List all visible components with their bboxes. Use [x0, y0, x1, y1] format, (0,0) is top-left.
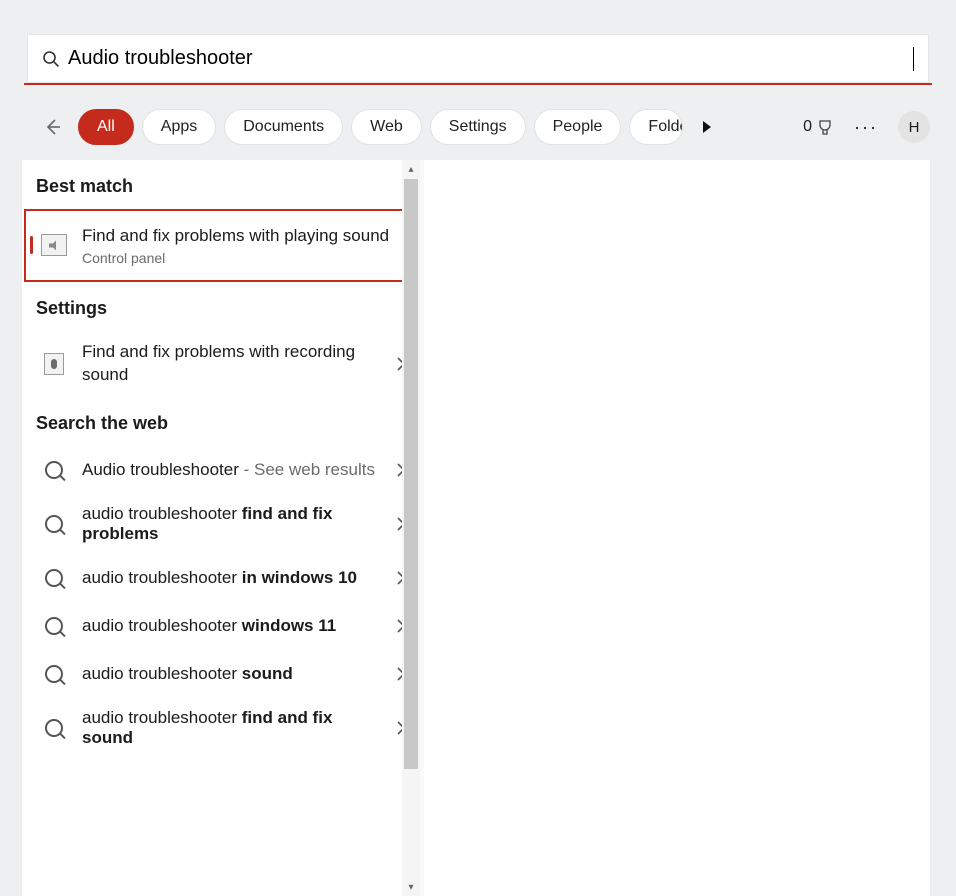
best-match-title: Find and fix problems with playing sound	[82, 225, 402, 248]
search-icon	[40, 564, 68, 592]
scroll-up-icon[interactable]: ▴	[402, 160, 420, 178]
tab-folders[interactable]: Folders	[629, 109, 683, 145]
search-icon	[40, 714, 68, 742]
section-search-web: Search the web	[22, 397, 420, 446]
web-result-prefix: audio troubleshooter	[82, 708, 242, 727]
rewards-icon	[816, 118, 834, 136]
back-button[interactable]	[36, 110, 70, 144]
section-best-match: Best match	[22, 160, 420, 209]
tab-documents[interactable]: Documents	[224, 109, 343, 145]
search-bar[interactable]	[27, 34, 929, 83]
web-result-prefix: audio troubleshooter	[82, 664, 242, 683]
web-result[interactable]: audio troubleshooter find and fix proble…	[22, 494, 420, 554]
best-match-result[interactable]: Find and fix problems with playing sound…	[24, 209, 418, 282]
tab-people[interactable]: People	[534, 109, 622, 145]
web-result-prefix: audio troubleshooter	[82, 616, 242, 635]
web-result[interactable]: audio troubleshooter in windows 10	[22, 554, 420, 602]
more-options-icon: ···	[854, 117, 878, 138]
tab-settings[interactable]: Settings	[430, 109, 526, 145]
web-result[interactable]: Audio troubleshooter - See web results	[22, 446, 420, 494]
speaker-troubleshoot-icon	[40, 231, 68, 259]
tabs-more-button[interactable]	[691, 109, 723, 145]
best-match-subtitle: Control panel	[82, 250, 402, 266]
more-options-button[interactable]: ···	[850, 111, 882, 143]
scroll-down-icon[interactable]: ▾	[402, 878, 420, 896]
search-icon	[40, 612, 68, 640]
settings-result[interactable]: Find and fix problems with recording sou…	[22, 331, 420, 397]
results-container: Best match Find and fix problems with pl…	[22, 160, 930, 896]
web-result[interactable]: audio troubleshooter windows 11	[22, 602, 420, 650]
points-count: 0	[803, 118, 812, 136]
web-result-grey: - See web results	[239, 460, 375, 479]
results-left-pane: Best match Find and fix problems with pl…	[22, 160, 420, 896]
web-result-bold: windows 11	[242, 616, 336, 635]
search-input[interactable]	[68, 47, 913, 70]
text-cursor	[913, 47, 914, 71]
search-icon	[40, 510, 68, 538]
rewards-points[interactable]: 0	[803, 118, 834, 136]
tab-all[interactable]: All	[78, 109, 134, 145]
microphone-troubleshoot-icon	[40, 350, 68, 378]
scroll-thumb[interactable]	[404, 179, 418, 769]
search-icon	[40, 660, 68, 688]
search-icon	[40, 456, 68, 484]
web-result-prefix: audio troubleshooter	[82, 504, 242, 523]
web-result-bold: in windows 10	[242, 568, 357, 587]
scrollbar[interactable]: ▴ ▾	[402, 160, 420, 896]
web-result-bold: sound	[242, 664, 293, 683]
settings-result-title: Find and fix problems with recording sou…	[82, 341, 382, 387]
web-result-prefix: audio troubleshooter	[82, 568, 242, 587]
preview-pane	[420, 160, 930, 896]
web-result-prefix: Audio troubleshooter	[82, 460, 239, 479]
search-underline	[24, 83, 932, 85]
section-settings: Settings	[22, 282, 420, 331]
tab-web[interactable]: Web	[351, 109, 422, 145]
web-result[interactable]: audio troubleshooter find and fix sound	[22, 698, 420, 758]
search-icon	[42, 50, 60, 68]
user-avatar[interactable]: H	[898, 111, 930, 143]
tab-apps[interactable]: Apps	[142, 109, 216, 145]
filter-tabs-row: All Apps Documents Web Settings People F…	[36, 109, 930, 145]
web-result[interactable]: audio troubleshooter sound	[22, 650, 420, 698]
